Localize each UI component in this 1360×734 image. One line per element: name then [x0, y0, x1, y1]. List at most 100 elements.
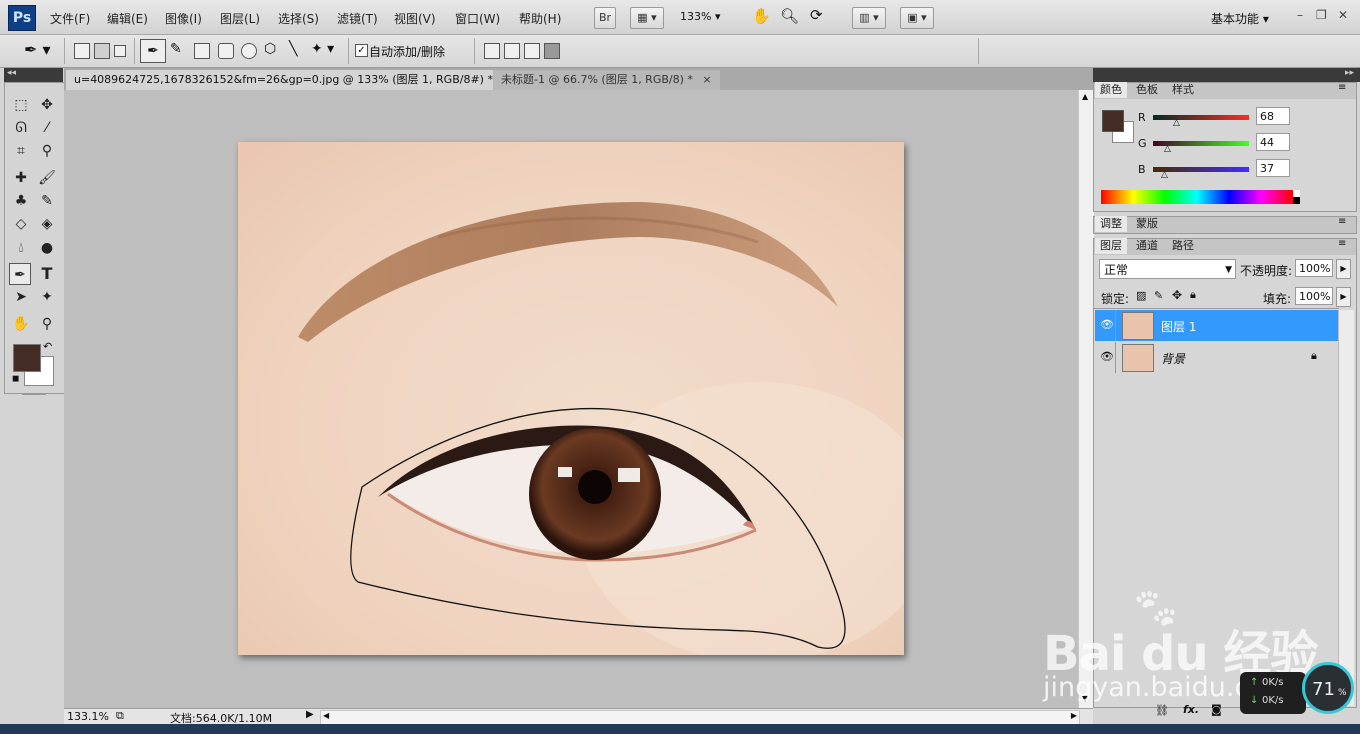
layer-name[interactable]: 背景 — [1161, 350, 1185, 367]
crop-icon[interactable]: ⌗ — [10, 140, 32, 162]
eye-icon[interactable]: 👁︎ — [1100, 318, 1114, 331]
image-canvas[interactable] — [238, 142, 904, 655]
color-panel-foreground-swatch[interactable] — [1102, 110, 1124, 132]
rectangle-icon[interactable] — [194, 43, 210, 59]
ramp-white[interactable] — [1293, 190, 1300, 197]
freeform-pen-icon[interactable]: ✎ — [170, 41, 182, 57]
tab-paths[interactable]: 路径 — [1167, 238, 1199, 254]
healing-brush-icon[interactable]: ✚ — [10, 167, 32, 189]
intersect-paths-icon[interactable] — [524, 43, 540, 59]
layer-row-background[interactable]: 👁︎ 背景 🔒︎ — [1095, 342, 1338, 373]
hand-icon[interactable]: ✋ — [752, 7, 771, 25]
menu-item[interactable]: 视图(V) — [394, 10, 436, 27]
status-menu-arrow-icon[interactable]: ▶ — [306, 709, 314, 720]
zoom-tool-icon[interactable]: ⚲ — [36, 313, 58, 335]
fill-input[interactable]: 100% — [1295, 287, 1333, 305]
tab-swatches[interactable]: 色板 — [1131, 82, 1163, 98]
layer-row-layer1[interactable]: 👁︎ 图层 1 — [1095, 310, 1338, 341]
menu-item[interactable]: 窗口(W) — [455, 10, 500, 27]
rotate-view-icon[interactable]: ⟳ — [810, 6, 823, 24]
scroll-right-icon[interactable]: ▶ — [1071, 711, 1077, 720]
bridge-button[interactable]: Br — [594, 7, 616, 29]
r-slider-thumb[interactable]: △ — [1173, 118, 1180, 128]
menu-item[interactable]: 文件(F) — [50, 10, 90, 27]
tab-styles[interactable]: 样式 — [1167, 82, 1199, 98]
menu-item[interactable]: 图像(I) — [165, 10, 202, 27]
restore-icon[interactable]: ❐ — [1316, 8, 1327, 22]
foreground-color-swatch[interactable] — [13, 344, 41, 372]
menu-item[interactable]: 图层(L) — [220, 10, 260, 27]
workspace-switcher[interactable]: 基本功能 ▾ — [1211, 10, 1269, 27]
polygon-icon[interactable]: ⬡ — [264, 41, 276, 57]
g-value-input[interactable]: 44 — [1256, 133, 1290, 151]
exclude-paths-icon[interactable] — [544, 43, 560, 59]
path-selection-icon[interactable]: ➤ — [10, 286, 32, 308]
screen-mode-button[interactable]: ▣ ▾ — [900, 7, 934, 29]
tab-channels[interactable]: 通道 — [1131, 238, 1163, 254]
auto-add-delete-checkbox[interactable]: ✓ — [355, 44, 368, 57]
zoom-level-select[interactable]: 133% ▾ — [680, 10, 720, 23]
ellipse-icon[interactable] — [241, 43, 257, 59]
pen-tool-preset-icon[interactable]: ✒ ▾ — [24, 40, 51, 59]
layer-name[interactable]: 图层 1 — [1161, 318, 1196, 335]
history-brush-icon[interactable]: ✎ — [36, 190, 58, 212]
status-zoom[interactable]: 133.1% — [67, 710, 109, 723]
tab-document-2[interactable]: 未标题-1 @ 66.7% (图层 1, RGB/8) * × — [493, 70, 720, 90]
eraser-icon[interactable]: ◇ — [10, 213, 32, 235]
tab-document-1[interactable]: u=4089624725,1678326152&fm=26&gp=0.jpg @… — [66, 70, 520, 90]
lock-image-icon[interactable]: ✎ — [1154, 289, 1163, 302]
fill-pixels-icon[interactable] — [114, 45, 126, 57]
r-slider-track[interactable] — [1153, 115, 1249, 120]
color-ramp[interactable] — [1101, 190, 1293, 204]
menu-item[interactable]: 编辑(E) — [107, 10, 148, 27]
pen-tool-icon[interactable]: ✒ — [9, 263, 31, 285]
brush-icon[interactable]: 🖌︎ — [36, 167, 58, 189]
blend-mode-select[interactable]: 正常 ▼ — [1099, 259, 1236, 279]
lasso-icon[interactable]: ᘏ — [10, 117, 32, 139]
layers-scrollbar[interactable] — [1338, 310, 1354, 706]
arrange-documents-button[interactable]: ▥ ▾ — [852, 7, 886, 29]
menu-item[interactable]: 帮助(H) — [519, 10, 561, 27]
zoom-icon[interactable]: 🔍︎ — [780, 7, 799, 25]
toolbar-header[interactable]: ◂◂ — [4, 68, 63, 82]
b-value-input[interactable]: 37 — [1256, 159, 1290, 177]
panel-menu-icon[interactable]: ≡ — [1338, 82, 1346, 93]
scroll-up-icon[interactable]: ▲ — [1082, 92, 1088, 101]
subtract-paths-icon[interactable] — [504, 43, 520, 59]
r-value-input[interactable]: 68 — [1256, 107, 1290, 125]
scroll-left-icon[interactable]: ◀ — [323, 711, 329, 720]
custom-shape-icon[interactable]: ✦ ▾ — [311, 41, 334, 57]
tab-masks[interactable]: 蒙版 — [1131, 216, 1163, 232]
marquee-icon[interactable]: ⬚ — [10, 94, 32, 116]
layer-style-fx-icon[interactable]: fx. — [1183, 703, 1199, 716]
paths-icon[interactable] — [94, 43, 110, 59]
paint-bucket-icon[interactable]: ◈ — [36, 213, 58, 235]
link-layers-icon[interactable]: ⛓ — [1155, 704, 1169, 717]
swap-colors-icon[interactable]: ↶ — [43, 340, 52, 353]
eye-icon[interactable]: 👁︎ — [1100, 350, 1114, 363]
custom-shape-tool-icon[interactable]: ✦ — [36, 286, 58, 308]
menu-item[interactable]: 滤镜(T) — [337, 10, 378, 27]
hand-tool-icon[interactable]: ✋ — [10, 313, 32, 335]
panel-dock-header[interactable]: ▸▸ — [1093, 68, 1360, 82]
tab-color[interactable]: 颜色 — [1095, 82, 1127, 98]
b-slider-thumb[interactable]: △ — [1161, 170, 1168, 180]
type-icon[interactable]: T — [36, 263, 58, 285]
tab-adjustments[interactable]: 调整 — [1095, 216, 1127, 232]
clone-stamp-icon[interactable]: ♣ — [10, 190, 32, 212]
fill-slider-arrow-icon[interactable]: ▶ — [1336, 287, 1351, 307]
menu-item[interactable]: 选择(S) — [278, 10, 319, 27]
tab-close-icon[interactable]: × — [702, 73, 711, 86]
rounded-rectangle-icon[interactable] — [218, 43, 234, 59]
eyedropper-icon[interactable]: ⚲ — [36, 140, 58, 162]
lock-transparent-icon[interactable]: ▨ — [1136, 289, 1146, 302]
panel-menu-icon[interactable]: ≡ — [1338, 216, 1346, 227]
default-colors-icon[interactable]: ◼ — [12, 374, 19, 384]
opacity-slider-arrow-icon[interactable]: ▶ — [1336, 259, 1351, 279]
dodge-icon[interactable]: ● — [36, 237, 58, 259]
status-zoom-icon[interactable]: ⧉ — [116, 709, 124, 723]
lock-all-icon[interactable]: 🔒︎ — [1190, 288, 1196, 302]
panel-menu-icon[interactable]: ≡ — [1338, 238, 1346, 249]
magic-wand-icon[interactable]: ⁄ — [36, 117, 58, 139]
tab-layers[interactable]: 图层 — [1095, 238, 1127, 254]
